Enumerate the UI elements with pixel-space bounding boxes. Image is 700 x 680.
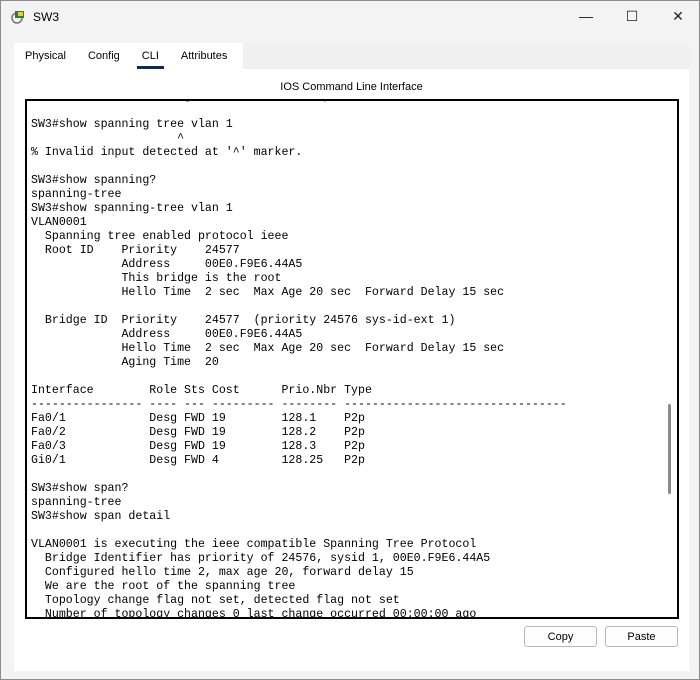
terminal-output: %SYS-5-CONFIG_I: Configured from console… [31,101,567,619]
cli-content: IOS Command Line Interface %SYS-5-CONFIG… [14,69,689,671]
tab-attributes[interactable]: Attributes [170,43,238,69]
paste-button[interactable]: Paste [605,626,678,647]
switch-app-icon [11,9,27,25]
tab-config[interactable]: Config [77,43,131,69]
cli-terminal[interactable]: %SYS-5-CONFIG_I: Configured from console… [25,99,679,619]
tab-physical[interactable]: Physical [14,43,77,69]
main-panel: Physical Config CLI Attributes IOS Comma… [14,43,689,671]
minimize-button[interactable]: — [563,1,609,31]
device-window: SW3 — ☐ ✕ Physical Config CLI Attributes… [0,0,700,680]
tab-cli[interactable]: CLI [131,43,170,69]
scrollbar[interactable] [668,404,671,494]
copy-button[interactable]: Copy [524,626,597,647]
title-bar: SW3 — ☐ ✕ [1,1,699,32]
cli-title: IOS Command Line Interface [280,81,423,93]
maximize-button[interactable]: ☐ [609,1,655,31]
window-title: SW3 [33,9,60,24]
close-button[interactable]: ✕ [655,1,700,31]
tab-bar: Physical Config CLI Attributes [14,43,243,69]
